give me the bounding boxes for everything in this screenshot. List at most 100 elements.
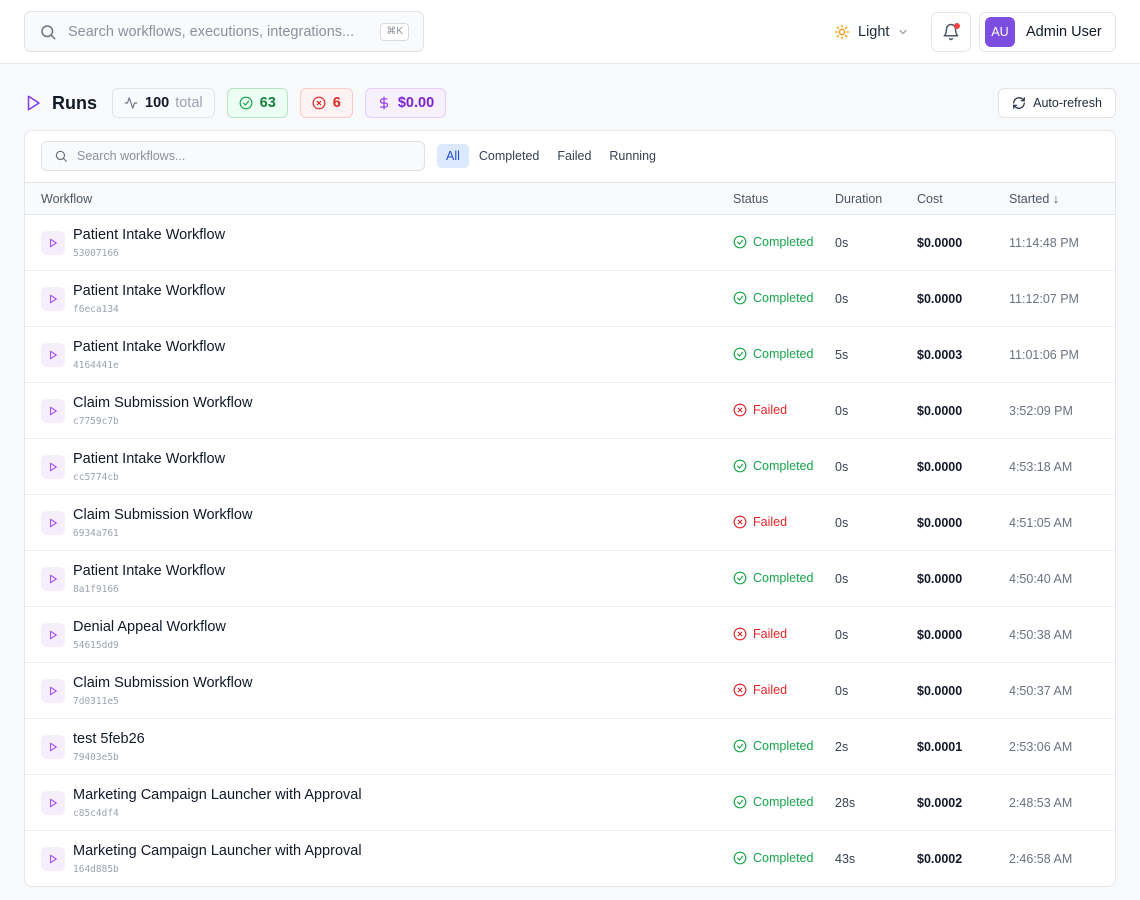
status-badge: Completed [733,739,813,753]
tab-running[interactable]: Running [601,144,664,168]
table-row[interactable]: Claim Submission Workflow 7d0311e5 Failed 0… [25,663,1115,719]
total-runs-badge: 100 total [112,88,215,118]
x-circle-icon [733,627,747,641]
column-header-cost[interactable]: Cost [917,192,943,206]
duration: 0s [835,516,849,530]
status-badge: Completed [733,459,813,473]
table-row[interactable]: Denial Appeal Workflow 54615dd9 Failed 0s $0… [25,607,1115,663]
workflow-name[interactable]: Patient Intake Workflow [73,563,225,579]
started-time: 2:48:53 AM [1009,796,1073,810]
play-icon [41,399,65,423]
completed-count: 63 [259,95,276,111]
tab-completed[interactable]: Completed [471,144,547,168]
status-label: Failed [753,627,788,641]
column-header-started[interactable]: Started ↓ [1009,192,1059,206]
notification-dot [954,23,960,29]
x-circle-icon [733,403,747,417]
status-badge: Completed [733,291,813,305]
column-header-status[interactable]: Status [733,192,768,206]
cost: $0.0000 [917,628,963,642]
workflow-name[interactable]: Claim Submission Workflow [73,675,252,691]
table-row[interactable]: Marketing Campaign Launcher with Approva… [25,831,1115,886]
started-time: 4:50:40 AM [1009,572,1073,586]
started-time: 4:51:05 AM [1009,516,1073,530]
workflow-search-input[interactable] [77,149,412,163]
play-icon [41,567,65,591]
duration: 2s [835,740,849,754]
play-icon [41,679,65,703]
status-badge: Completed [733,795,813,809]
auto-refresh-button[interactable]: Auto-refresh [998,88,1116,118]
page-title: Runs [52,92,97,113]
play-icon [41,231,65,255]
table-row[interactable]: Claim Submission Workflow c7759c7b Failed 0… [25,383,1115,439]
workflow-name[interactable]: Patient Intake Workflow [73,283,225,299]
table-row[interactable]: Patient Intake Workflow 53007166 Completed… [25,215,1115,271]
workflow-name[interactable]: Claim Submission Workflow [73,395,252,411]
run-id: 8a1f9166 [73,584,119,595]
duration: 0s [835,572,849,586]
workflow-name[interactable]: Patient Intake Workflow [73,451,225,467]
duration: 0s [835,236,849,250]
check-circle-icon [733,795,747,809]
run-id: 53007166 [73,248,119,259]
play-icon [41,511,65,535]
global-search-input[interactable] [68,12,381,51]
cost: $0.0000 [917,684,963,698]
started-time: 11:12:07 PM [1009,292,1079,306]
sun-icon [834,24,850,40]
cost: $0.0002 [917,852,963,866]
play-icon [41,287,65,311]
workflow-name[interactable]: Patient Intake Workflow [73,227,225,243]
duration: 0s [835,628,849,642]
user-menu[interactable]: AU Admin User [979,12,1116,52]
workflow-name[interactable]: Denial Appeal Workflow [73,619,226,635]
status-label: Completed [753,235,814,249]
run-id: c85c4df4 [73,808,119,819]
workflow-name[interactable]: Claim Submission Workflow [73,507,252,523]
failed-count: 6 [332,95,341,111]
table-row[interactable]: Patient Intake Workflow 4164441e Completed… [25,327,1115,383]
table-row[interactable]: Claim Submission Workflow 6934a761 Failed 0… [25,495,1115,551]
table-row[interactable]: Patient Intake Workflow 8a1f9166 Completed… [25,551,1115,607]
column-header-duration[interactable]: Duration [835,192,882,206]
play-icon [41,455,65,479]
started-time: 3:52:09 PM [1009,404,1073,418]
global-search[interactable]: ⌘K [24,11,424,52]
table-row[interactable]: Marketing Campaign Launcher with Approva… [25,775,1115,831]
status-label: Completed [753,795,814,809]
run-id: f6eca134 [73,304,119,315]
completed-count-badge: 63 [226,88,288,118]
theme-toggle[interactable]: Light [834,20,909,44]
play-icon [41,623,65,647]
table-row[interactable]: Patient Intake Workflow f6eca134 Completed… [25,271,1115,327]
column-header-workflow[interactable]: Workflow [41,192,92,206]
workflow-name[interactable]: Marketing Campaign Launcher with Approva… [73,787,362,803]
table-row[interactable]: Patient Intake Workflow cc5774cb Completed… [25,439,1115,495]
search-shortcut-badge: ⌘K [380,22,409,41]
workflow-filter[interactable] [41,141,425,171]
check-circle-icon [733,739,747,753]
workflow-name[interactable]: test 5feb26 [73,731,145,747]
workflow-name[interactable]: Patient Intake Workflow [73,339,225,355]
cost: $0.0000 [917,292,963,306]
duration: 5s [835,348,849,362]
check-circle-icon [733,291,747,305]
top-bar: ⌘K Light AU Admin User [0,0,1140,64]
dollar-icon [377,96,391,110]
started-time: 4:50:37 AM [1009,684,1073,698]
table-row[interactable]: test 5feb26 79403e5b Completed 2s $0.0001 2:5… [25,719,1115,775]
workflow-name[interactable]: Marketing Campaign Launcher with Approva… [73,843,362,859]
tab-failed[interactable]: Failed [549,144,599,168]
cost: $0.0002 [917,796,963,810]
check-circle-icon [733,459,747,473]
chevron-down-icon [897,26,909,38]
tab-all[interactable]: All [437,144,469,168]
refresh-icon [1012,96,1026,110]
notifications-button[interactable] [931,12,971,52]
play-icon [41,735,65,759]
status-badge: Completed [733,235,813,249]
status-label: Failed [753,403,788,417]
run-id: 164d885b [73,864,119,875]
status-badge: Failed [733,683,787,697]
